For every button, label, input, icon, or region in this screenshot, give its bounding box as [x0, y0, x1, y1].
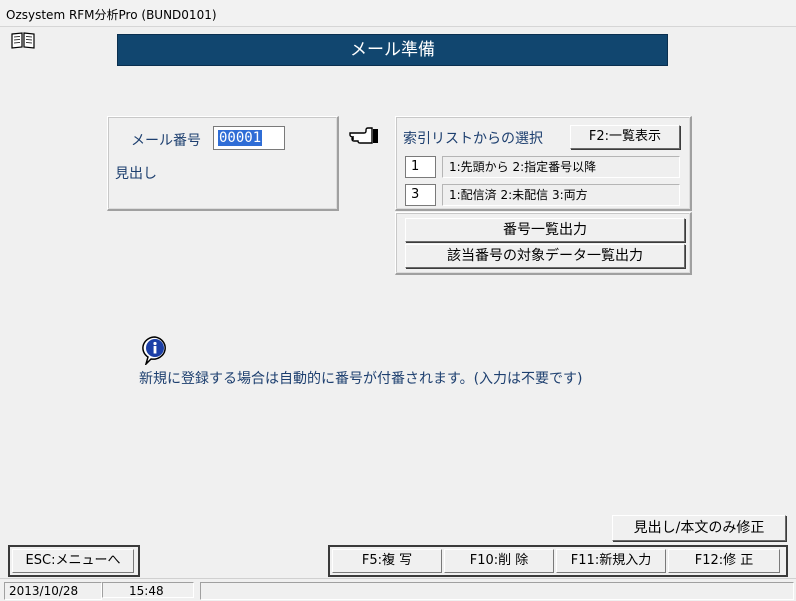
- function-key-bar: F5:複 写 F10:削 除 F11:新規入力 F12:修 正: [328, 545, 788, 577]
- book-icon[interactable]: [10, 31, 36, 49]
- info-icon: [142, 336, 166, 365]
- f10-delete-button[interactable]: F10:削 除: [444, 549, 554, 573]
- target-data-list-output-button[interactable]: 該当番号の対象データ一覧出力: [405, 244, 685, 268]
- window-titlebar: Ozsystem RFM分析Pro (BUND0101): [0, 0, 796, 27]
- f5-copy-button[interactable]: F5:複 写: [332, 549, 442, 573]
- status-bar: 2013/10/28 15:48: [0, 578, 796, 601]
- f2-list-button[interactable]: F2:一覧表示: [570, 125, 680, 149]
- status-spare: [200, 582, 794, 600]
- number-list-output-button[interactable]: 番号一覧出力: [405, 218, 685, 242]
- delivery-status-options: 1:配信済 2:未配信 3:両方: [442, 184, 680, 206]
- heading-label: 見出し: [115, 166, 157, 182]
- page-title-banner: メール準備: [117, 34, 668, 66]
- f12-modify-button[interactable]: F12:修 正: [668, 549, 780, 573]
- status-time: 15:48: [102, 582, 194, 598]
- esc-button-frame: ESC:メニューへ: [8, 545, 140, 577]
- start-mode-options: 1:先頭から 2:指定番号以降: [442, 156, 680, 178]
- delivery-status-input[interactable]: 3: [405, 184, 436, 206]
- info-message: 新規に登録する場合は自動的に番号が付番されます。(入力は不要です): [139, 371, 583, 387]
- edit-heading-body-button[interactable]: 見出し/本文のみ修正: [612, 515, 786, 541]
- f11-new-entry-button[interactable]: F11:新規入力: [556, 549, 666, 573]
- mail-number-value: 00001: [218, 130, 263, 146]
- index-selection-label: 索引リストからの選択: [403, 131, 543, 147]
- window-title: Ozsystem RFM分析Pro (BUND0101): [6, 8, 217, 22]
- pointing-hand-icon: [349, 127, 378, 144]
- status-date: 2013/10/28: [4, 582, 102, 600]
- mail-number-label: メール番号: [131, 133, 201, 149]
- mail-number-input[interactable]: 00001: [213, 126, 285, 150]
- start-mode-input[interactable]: 1: [405, 156, 436, 178]
- esc-menu-button[interactable]: ESC:メニューへ: [12, 549, 134, 573]
